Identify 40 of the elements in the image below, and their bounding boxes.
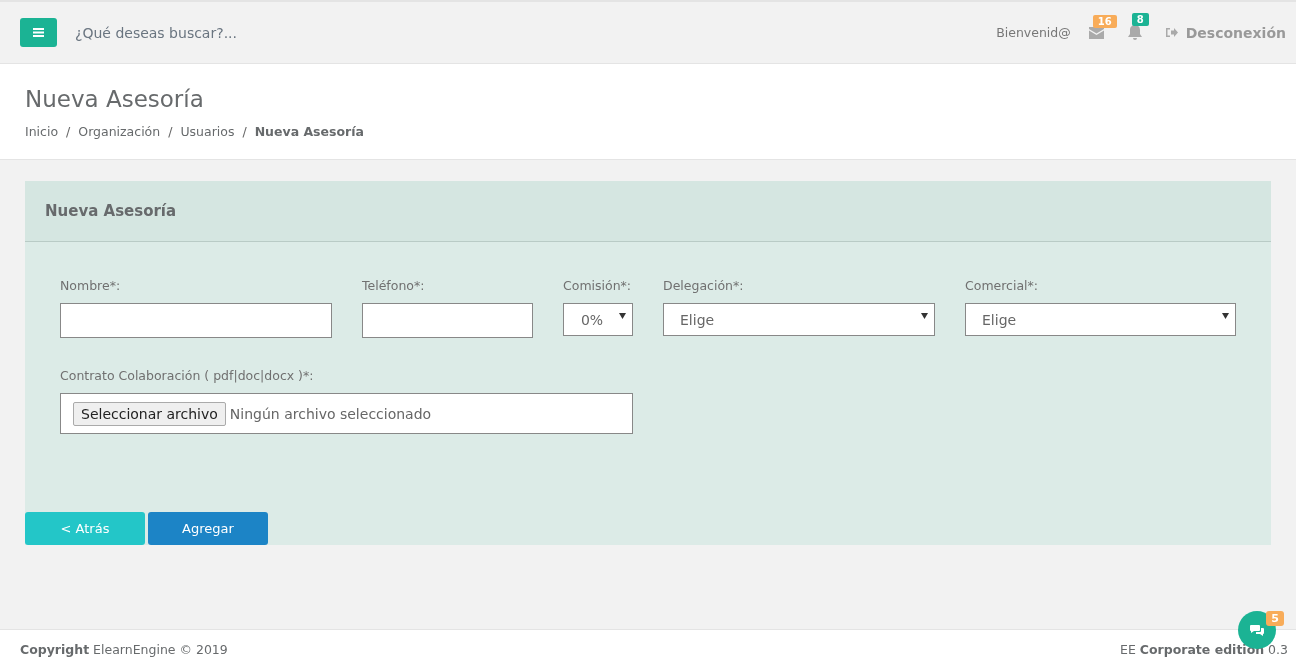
text-field[interactable] [60, 303, 332, 338]
file-status: Ningún archivo seleccionado [229, 405, 432, 422]
search-field[interactable]: ¿Qué deseas buscar?... [73, 23, 377, 42]
caret-icon [619, 313, 626, 319]
menu-button[interactable] [20, 18, 57, 47]
text-field[interactable] [362, 303, 533, 338]
caret-icon [1222, 313, 1229, 319]
field-label: Comercial*: [965, 278, 1040, 293]
file-input[interactable]: Seleccionar archivo Ningún archivo seleccionado [60, 393, 633, 434]
dropdown[interactable]: Elige [663, 303, 935, 336]
field-label: Contrato Colaboración ( pdf|doc|docx )*: [60, 368, 315, 383]
envelope-icon[interactable] [1088, 26, 1104, 39]
choose-file-button[interactable]: Seleccionar archivo [73, 401, 226, 426]
welcome-text: Bienvenid@ [996, 25, 1071, 40]
chat-count-badge: 5 [1266, 611, 1284, 626]
breadcrumb-separator: / [168, 124, 173, 139]
breadcrumb-link[interactable]: Usuarios [180, 124, 235, 139]
sign-out-icon [1165, 27, 1178, 38]
caret-icon [921, 313, 928, 319]
version-text: EE Corporate edition 0.3 [1120, 642, 1288, 657]
message-count-badge: 16 [1092, 14, 1117, 28]
add-button[interactable]: Agregar [148, 512, 268, 545]
page-title: Nueva Asesoría [25, 85, 205, 112]
breadcrumb-separator: / [242, 124, 247, 139]
notification-count-badge: 8 [1131, 13, 1149, 26]
copyright-text: Copyright ElearnEngine © 2019 [20, 642, 228, 657]
breadcrumb-link[interactable]: Organización [78, 124, 161, 139]
bell-icon[interactable] [1127, 25, 1142, 40]
chat-icon [1250, 624, 1264, 636]
field-label: Delegación*: [663, 278, 745, 293]
breadcrumb-separator: / [66, 124, 71, 139]
field-label: Comisión*: [563, 278, 633, 293]
field-label: Teléfono*: [362, 278, 426, 293]
breadcrumb-link[interactable]: Inicio [25, 124, 59, 139]
dropdown[interactable]: 0% [563, 303, 633, 336]
field-label: Nombre*: [60, 278, 122, 293]
breadcrumb-link[interactable]: Nueva Asesoría [254, 124, 364, 139]
dropdown[interactable]: Elige [965, 303, 1236, 336]
panel-title: Nueva Asesoría [25, 181, 1271, 242]
menu-icon [33, 28, 44, 37]
